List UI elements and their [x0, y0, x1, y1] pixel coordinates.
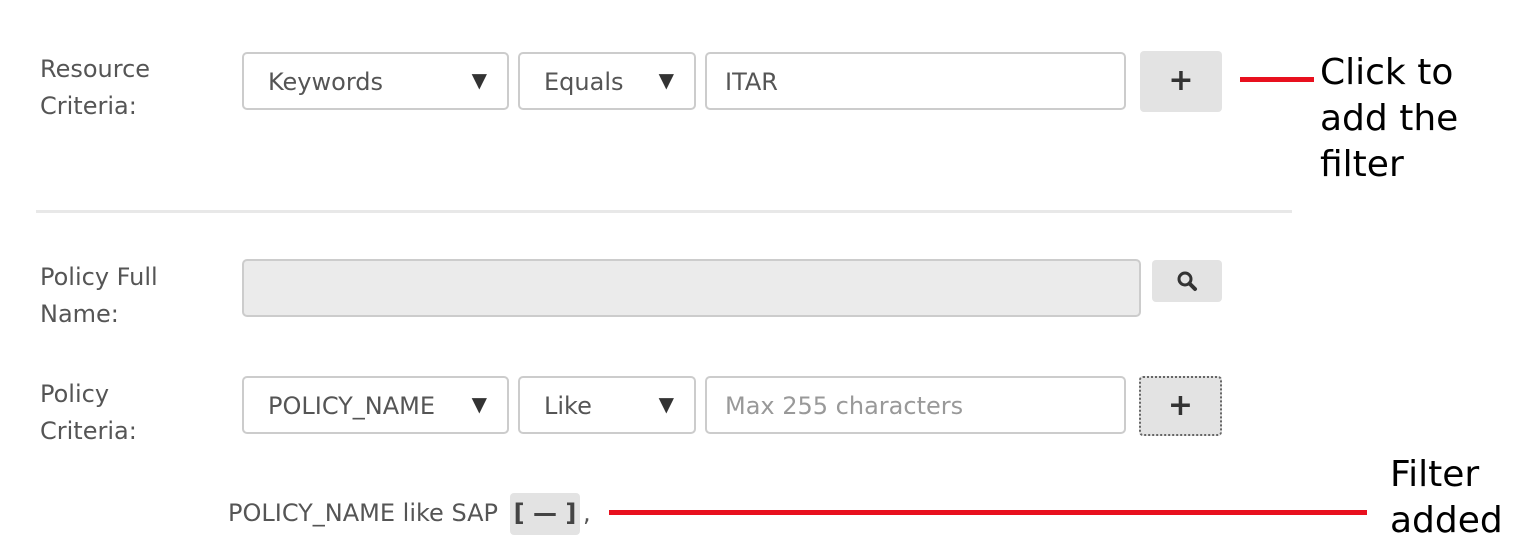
policy-search-button[interactable] — [1152, 260, 1222, 302]
chevron-down-icon: ▼ — [658, 392, 674, 416]
policy-operator-select[interactable]: Like ▼ — [518, 376, 696, 434]
policy-full-name-input — [242, 259, 1141, 317]
policy-operator-select-value: Like — [544, 392, 592, 420]
resource-value-input[interactable]: ITAR — [705, 52, 1126, 110]
policy-value-input[interactable]: Max 255 characters — [705, 376, 1126, 434]
resource-field-select[interactable]: Keywords ▼ — [242, 52, 509, 110]
filter-added-callout: Filter added — [1390, 454, 1503, 541]
filter-added-callout-line — [609, 510, 1367, 515]
section-divider — [36, 210, 1292, 213]
add-filter-callout-line — [1240, 77, 1314, 82]
filter-separator: , — [583, 499, 591, 527]
policy-value-placeholder: Max 255 characters — [725, 392, 964, 420]
add-filter-callout: Click to add the filter — [1320, 52, 1459, 185]
added-filter-text: POLICY_NAME like SAP — [228, 499, 499, 527]
policy-full-name-label: Policy Full Name: — [40, 263, 158, 328]
chevron-down-icon: ▼ — [471, 68, 487, 92]
resource-criteria-label: Resource Criteria: — [40, 55, 151, 120]
add-policy-filter-button[interactable]: + — [1139, 376, 1222, 436]
remove-filter-button[interactable]: [ — ] — [510, 493, 580, 535]
policy-field-select-value: POLICY_NAME — [268, 392, 436, 420]
add-resource-filter-button[interactable]: + — [1140, 51, 1222, 112]
chevron-down-icon: ▼ — [471, 392, 487, 416]
policy-criteria-label: Policy Criteria: — [40, 380, 137, 445]
policy-field-select[interactable]: POLICY_NAME ▼ — [242, 376, 509, 434]
resource-field-select-value: Keywords — [268, 68, 384, 96]
chevron-down-icon: ▼ — [658, 68, 674, 92]
resource-value-text: ITAR — [725, 68, 778, 96]
resource-operator-select[interactable]: Equals ▼ — [518, 52, 696, 110]
resource-operator-select-value: Equals — [544, 68, 624, 96]
search-icon — [1177, 271, 1197, 291]
